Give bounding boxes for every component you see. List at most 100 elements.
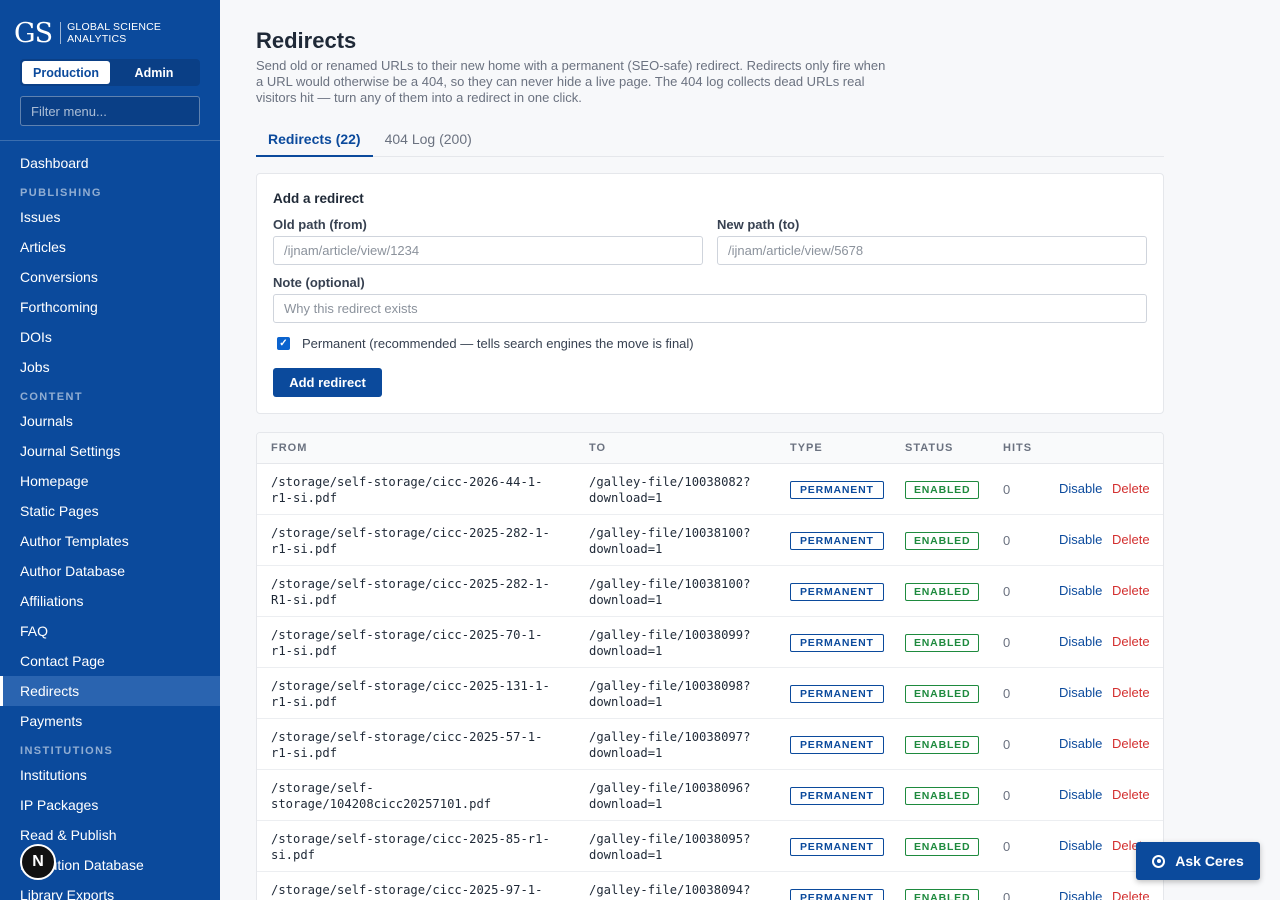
type-badge: PERMANENT xyxy=(790,685,884,703)
delete-button[interactable]: Delete xyxy=(1112,736,1150,751)
sidebar-item-author-templates[interactable]: Author Templates xyxy=(0,526,220,556)
page-description: Send old or renamed URLs to their new ho… xyxy=(256,58,886,105)
sidebar-item-affiliations[interactable]: Affiliations xyxy=(0,586,220,616)
from-path-line: /storage/self-storage/cicc-2025-131-1- xyxy=(271,679,550,693)
hits-count: 0 xyxy=(1003,533,1011,548)
to-path-line: download=1 xyxy=(589,746,663,760)
from-path-line: /storage/self-storage/cicc-2025-70-1- xyxy=(271,628,543,642)
sidebar-item-author-database[interactable]: Author Database xyxy=(0,556,220,586)
to-path-line: /galley-file/10038098? xyxy=(589,679,751,693)
sidebar-section-publishing: PUBLISHING xyxy=(20,187,102,199)
type-badge: PERMANENT xyxy=(790,787,884,805)
redirect-from-path: /storage/self-storage/cicc-2025-282-1- R1… xyxy=(271,576,550,608)
permanent-option: ✓ Permanent (recommended — tells search … xyxy=(277,336,694,351)
hits-count: 0 xyxy=(1003,788,1011,803)
type-badge: PERMANENT xyxy=(790,583,884,601)
column-header-type: TYPE xyxy=(790,442,823,454)
redirect-to-path: /galley-file/10038096? download=1 xyxy=(589,780,750,812)
redirect-from-path: /storage/self-storage/cicc-2025-70-1- r1-… xyxy=(271,627,543,659)
table-row: /storage/self-storage/cicc-2025-282-1- R1… xyxy=(257,566,1163,617)
sidebar-item-issues[interactable]: Issues xyxy=(0,202,220,232)
to-path-line: download=1 xyxy=(589,848,663,862)
delete-button[interactable]: Delete xyxy=(1112,787,1150,802)
disable-button[interactable]: Disable xyxy=(1059,685,1102,700)
new-path-input[interactable] xyxy=(717,236,1147,265)
permanent-checkbox[interactable]: ✓ xyxy=(277,337,290,350)
sidebar-item-dois[interactable]: DOIs xyxy=(0,322,220,352)
ask-ceres-button[interactable]: Ask Ceres xyxy=(1136,842,1260,880)
to-path-line: /galley-file/10038100? xyxy=(589,577,751,591)
sidebar-item-conversions[interactable]: Conversions xyxy=(0,262,220,292)
table-row: /storage/self-storage/cicc-2025-85-r1- si… xyxy=(257,821,1163,872)
sidebar-item-dashboard[interactable]: Dashboard xyxy=(0,148,220,178)
delete-button[interactable]: Delete xyxy=(1112,889,1150,900)
table-row: /storage/self-storage/cicc-2025-282-1- r1… xyxy=(257,515,1163,566)
production-toggle-button[interactable]: Production xyxy=(22,61,110,84)
redirect-from-path: /storage/self-storage/cicc-2026-44-1- r1-… xyxy=(271,474,543,506)
disable-button[interactable]: Disable xyxy=(1059,838,1102,853)
sidebar-item-static-pages[interactable]: Static Pages xyxy=(0,496,220,526)
tab-redirects[interactable]: Redirects (22) xyxy=(256,124,373,157)
redirect-from-path: /storage/self-storage/cicc-2025-131-1- r1… xyxy=(271,678,550,710)
column-header-to: TO xyxy=(589,442,607,454)
add-redirect-card: Add a redirect Old path (from) New path … xyxy=(256,173,1164,414)
sidebar-item-forthcoming[interactable]: Forthcoming xyxy=(0,292,220,322)
brand[interactable]: GS GLOBAL SCIENCE ANALYTICS xyxy=(0,0,220,66)
status-badge: ENABLED xyxy=(905,889,980,900)
type-badge: PERMANENT xyxy=(790,634,884,652)
disable-button[interactable]: Disable xyxy=(1059,634,1102,649)
sidebar-item-payments[interactable]: Payments xyxy=(0,706,220,736)
old-path-input[interactable] xyxy=(273,236,703,265)
note-input[interactable] xyxy=(273,294,1147,323)
tab-404-log[interactable]: 404 Log (200) xyxy=(373,124,484,157)
column-header-status: STATUS xyxy=(905,442,954,454)
disable-button[interactable]: Disable xyxy=(1059,787,1102,802)
disable-button[interactable]: Disable xyxy=(1059,532,1102,547)
delete-button[interactable]: Delete xyxy=(1112,532,1150,547)
to-path-line: download=1 xyxy=(589,542,663,556)
sidebar-item-institutions[interactable]: Institutions xyxy=(0,760,220,790)
to-path-line: /galley-file/10038099? xyxy=(589,628,751,642)
sidebar-item-ip-packages[interactable]: IP Packages xyxy=(0,790,220,820)
sidebar-item-journal-settings[interactable]: Journal Settings xyxy=(0,436,220,466)
redirect-to-path: /galley-file/10038094?download=1 xyxy=(589,882,750,900)
logo-text: GLOBAL SCIENCE ANALYTICS xyxy=(67,21,162,45)
disable-button[interactable]: Disable xyxy=(1059,481,1102,496)
from-path-line: r1-si.pdf xyxy=(271,491,338,505)
status-badge: ENABLED xyxy=(905,787,980,805)
type-badge: PERMANENT xyxy=(790,532,884,550)
redirect-to-path: /galley-file/10038099? download=1 xyxy=(589,627,750,659)
type-badge: PERMANENT xyxy=(790,481,884,499)
sidebar-item-articles[interactable]: Articles xyxy=(0,232,220,262)
hits-count: 0 xyxy=(1003,737,1011,752)
disable-button[interactable]: Disable xyxy=(1059,736,1102,751)
redirect-to-path: /galley-file/10038095? download=1 xyxy=(589,831,750,863)
disable-button[interactable]: Disable xyxy=(1059,889,1102,900)
delete-button[interactable]: Delete xyxy=(1112,634,1150,649)
sidebar-section-institutions: INSTITUTIONS xyxy=(20,745,114,757)
admin-toggle-button[interactable]: Admin xyxy=(110,61,198,84)
to-path-line: download=1 xyxy=(589,491,663,505)
hits-count: 0 xyxy=(1003,890,1011,900)
sidebar-item-faq[interactable]: FAQ xyxy=(0,616,220,646)
delete-button[interactable]: Delete xyxy=(1112,685,1150,700)
to-path-line: /galley-file/10038097? xyxy=(589,730,751,744)
redirect-to-path: /galley-file/10038082? download=1 xyxy=(589,474,750,506)
delete-button[interactable]: Delete xyxy=(1112,583,1150,598)
status-badge: ENABLED xyxy=(905,634,980,652)
status-badge: ENABLED xyxy=(905,583,980,601)
sidebar-item-contact-page[interactable]: Contact Page xyxy=(0,646,220,676)
sidebar-item-homepage[interactable]: Homepage xyxy=(0,466,220,496)
add-redirect-button[interactable]: Add redirect xyxy=(273,368,382,397)
user-avatar[interactable]: N xyxy=(20,844,56,880)
hits-count: 0 xyxy=(1003,482,1011,497)
disable-button[interactable]: Disable xyxy=(1059,583,1102,598)
sidebar-item-library-exports[interactable]: Library Exports xyxy=(0,880,220,900)
sidebar-item-journals[interactable]: Journals xyxy=(0,406,220,436)
filter-menu-input[interactable] xyxy=(20,96,200,126)
old-path-label: Old path (from) xyxy=(273,217,367,232)
delete-button[interactable]: Delete xyxy=(1112,481,1150,496)
sidebar-item-redirects[interactable]: Redirects xyxy=(0,676,220,706)
assistant-icon xyxy=(1152,854,1166,868)
sidebar-item-jobs[interactable]: Jobs xyxy=(0,352,220,382)
